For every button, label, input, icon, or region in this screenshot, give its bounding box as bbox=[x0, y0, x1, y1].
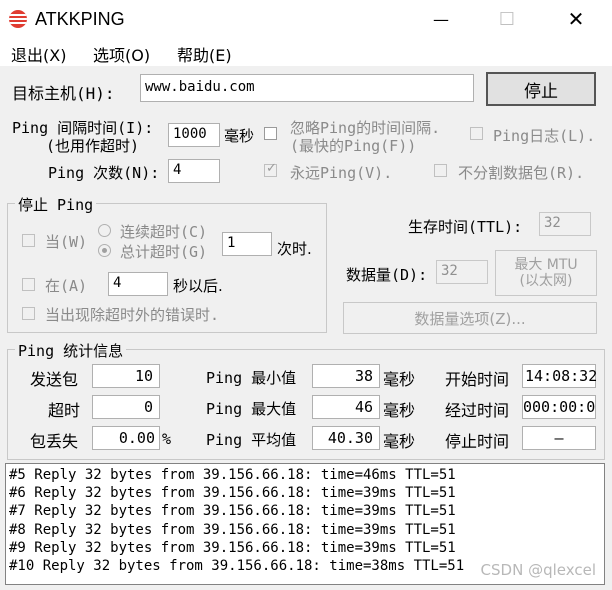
stop-time-value: — bbox=[522, 426, 596, 450]
ttl-label: 生存时间(TTL): bbox=[408, 218, 523, 236]
forever-label: 永远Ping(V). bbox=[290, 164, 393, 182]
max-mtu-label: 最大 MTU bbox=[514, 257, 578, 273]
count-input[interactable]: 4 bbox=[168, 159, 220, 183]
loss-unit: % bbox=[162, 430, 172, 448]
stop-on-error-label: 当出现除超时外的错误时. bbox=[45, 306, 220, 324]
elapsed-time-label: 经过时间 bbox=[445, 401, 510, 420]
data-size-label: 数据量(D): bbox=[346, 266, 428, 284]
watermark: CSDN @qlexcel bbox=[480, 561, 596, 579]
stop-after-seconds-input[interactable]: 4 bbox=[108, 272, 168, 296]
max-label: Ping 最大值 bbox=[206, 400, 297, 418]
stop-after-label: 在(A) bbox=[45, 277, 88, 295]
interval-input[interactable]: 1000 bbox=[168, 123, 220, 147]
menu-bar bbox=[0, 38, 612, 66]
max-mtu-sublabel: (以太网) bbox=[519, 273, 573, 289]
log-line: #6 Reply 32 bytes from 39.156.66.18: tim… bbox=[9, 485, 456, 502]
min-unit: 毫秒 bbox=[383, 370, 416, 389]
log-line: #7 Reply 32 bytes from 39.156.66.18: tim… bbox=[9, 503, 456, 520]
window-title: ATKKPING bbox=[35, 9, 125, 29]
host-input[interactable]: www.baidu.com bbox=[140, 74, 474, 102]
ping-log-label: Ping日志(L). bbox=[493, 127, 596, 145]
stop-after-seconds-suffix: 秒以后. bbox=[173, 277, 223, 295]
stop-on-error-checkbox[interactable] bbox=[22, 307, 35, 320]
checkmark-icon: ✓ bbox=[266, 161, 277, 176]
menu-options[interactable]: 选项(O) bbox=[93, 42, 150, 66]
ping-log-checkbox[interactable] bbox=[470, 127, 483, 140]
no-fragment-checkbox[interactable] bbox=[434, 164, 447, 177]
minimize-button[interactable]: — bbox=[418, 0, 464, 38]
avg-value: 40.30 bbox=[312, 426, 380, 450]
timeout-count-input[interactable]: 1 bbox=[222, 232, 272, 256]
max-unit: 毫秒 bbox=[383, 401, 416, 420]
timeout-count-unit: 次时. bbox=[277, 240, 312, 258]
log-line: #9 Reply 32 bytes from 39.156.66.18: tim… bbox=[9, 539, 456, 556]
avg-label: Ping 平均值 bbox=[206, 431, 297, 449]
stats-group-title: Ping 统计信息 bbox=[15, 340, 127, 361]
stop-ping-group-title: 停止 Ping bbox=[15, 194, 97, 215]
no-fragment-label: 不分割数据包(R). bbox=[458, 164, 585, 182]
cumulative-timeout-label: 总计超时(G) bbox=[120, 243, 208, 261]
count-label: Ping 次数(N): bbox=[48, 164, 160, 182]
ignore-interval-checkbox[interactable] bbox=[264, 127, 277, 140]
consecutive-timeout-radio[interactable] bbox=[98, 224, 111, 237]
min-value: 38 bbox=[312, 364, 380, 388]
avg-unit: 毫秒 bbox=[383, 432, 416, 451]
log-line: #5 Reply 32 bytes from 39.156.66.18: tim… bbox=[9, 467, 456, 483]
menu-exit[interactable]: 退出(X) bbox=[11, 42, 66, 66]
stop-button[interactable]: 停止 bbox=[486, 72, 596, 106]
min-label: Ping 最小值 bbox=[206, 369, 297, 387]
interval-unit: 毫秒 bbox=[224, 127, 255, 145]
sent-label: 发送包 bbox=[30, 370, 79, 389]
log-line: #8 Reply 32 bytes from 39.156.66.18: tim… bbox=[9, 521, 456, 538]
timeout-value: 0 bbox=[92, 395, 160, 419]
ignore-interval-sublabel: (最快的Ping(F)) bbox=[290, 137, 417, 155]
maximize-button[interactable]: ☐ bbox=[484, 0, 530, 38]
stop-when-label: 当(W) bbox=[45, 233, 88, 251]
timeout-label: 超时 bbox=[48, 401, 81, 420]
start-time-label: 开始时间 bbox=[445, 370, 510, 389]
stop-time-label: 停止时间 bbox=[445, 432, 510, 451]
interval-sublabel: (也用作超时) bbox=[46, 137, 140, 155]
cumulative-timeout-radio[interactable] bbox=[98, 244, 111, 257]
menu-help[interactable]: 帮助(E) bbox=[177, 42, 232, 66]
elapsed-time-value: 000:00:09 bbox=[522, 395, 596, 419]
stop-when-checkbox[interactable] bbox=[22, 234, 35, 247]
sent-value: 10 bbox=[92, 364, 160, 388]
ttl-input[interactable]: 32 bbox=[539, 212, 591, 236]
target-icon bbox=[9, 10, 27, 28]
max-mtu-button[interactable]: 最大 MTU (以太网) bbox=[495, 250, 597, 296]
data-size-input[interactable]: 32 bbox=[436, 260, 488, 284]
loss-value: 0.00 bbox=[92, 426, 160, 450]
loss-label: 包丢失 bbox=[30, 432, 79, 451]
max-value: 46 bbox=[312, 395, 380, 419]
forever-checkbox[interactable]: ✓ bbox=[264, 161, 277, 177]
close-button[interactable]: ✕ bbox=[553, 0, 599, 38]
stop-after-checkbox[interactable] bbox=[22, 278, 35, 291]
data-size-options-button[interactable]: 数据量选项(Z)... bbox=[343, 302, 597, 334]
start-time-value: 14:08:32 bbox=[522, 364, 597, 388]
consecutive-timeout-label: 连续超时(C) bbox=[120, 223, 208, 241]
host-label: 目标主机(H): bbox=[12, 84, 115, 103]
